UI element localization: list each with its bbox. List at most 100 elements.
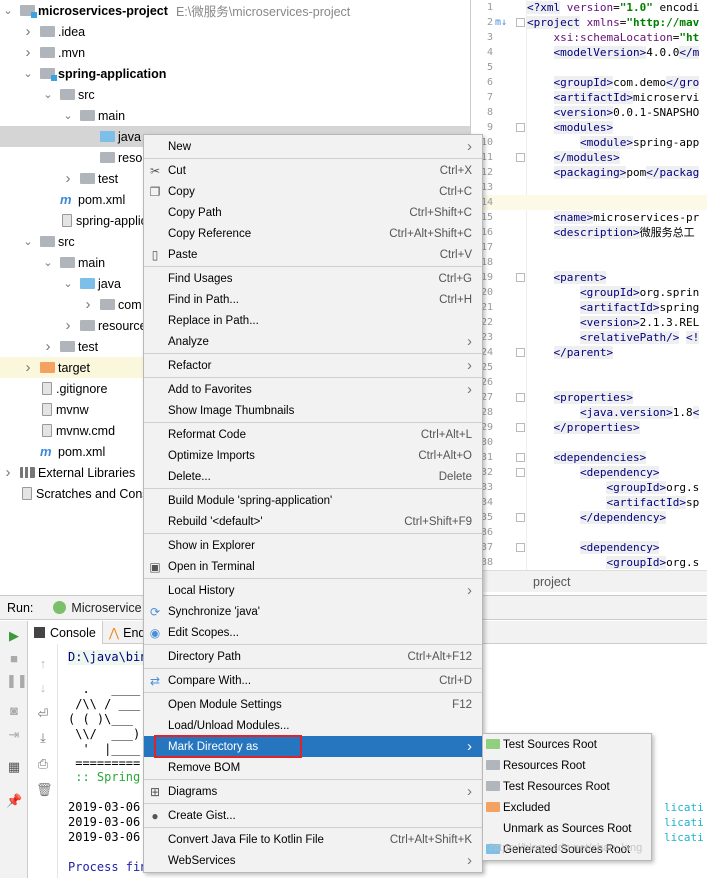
- fold-marker-icon[interactable]: [516, 123, 525, 132]
- down-arrow-icon[interactable]: ↓: [36, 680, 50, 695]
- code-line[interactable]: 10 <module>spring-app: [471, 135, 707, 150]
- code-line[interactable]: 15 <name>microservices-pr: [471, 210, 707, 225]
- menu-item-find-in-path[interactable]: Find in Path... Ctrl+H: [144, 289, 482, 310]
- fold-marker-icon[interactable]: [516, 393, 525, 402]
- exit-icon[interactable]: ⇥: [6, 727, 22, 743]
- scroll-to-end-icon[interactable]: ⤓: [36, 730, 50, 746]
- submenu-item-excluded[interactable]: Excluded: [483, 797, 651, 818]
- code-line[interactable]: 38 <groupId>org.s: [471, 555, 707, 570]
- menu-item-load-unload-modules[interactable]: Load/Unload Modules...: [144, 715, 482, 736]
- menu-item-mark-directory-as[interactable]: Mark Directory as ›: [144, 735, 482, 758]
- menu-item-create-gist[interactable]: ● Create Gist...: [144, 805, 482, 826]
- menu-item-convert-java-file-to-kotlin-file[interactable]: Convert Java File to Kotlin File Ctrl+Alt…: [144, 829, 482, 850]
- fold-marker-icon[interactable]: [516, 273, 525, 282]
- pin-icon[interactable]: 📌: [6, 793, 22, 809]
- code-line[interactable]: 19 <parent>: [471, 270, 707, 285]
- run-config-tab[interactable]: Microservice: [53, 601, 142, 615]
- menu-item-copy[interactable]: ❐ Copy Ctrl+C: [144, 181, 482, 202]
- print-icon[interactable]: ⎙: [36, 756, 50, 772]
- menu-item-copy-path[interactable]: Copy Path Ctrl+Shift+C: [144, 202, 482, 223]
- code-line[interactable]: 7 <artifactId>microservi: [471, 90, 707, 105]
- submenu-item-test-sources-root[interactable]: Test Sources Root: [483, 734, 651, 755]
- tree-item[interactable]: ⌄ src: [0, 84, 470, 105]
- code-line[interactable]: 14: [471, 195, 707, 210]
- submenu-item-resources-root[interactable]: Resources Root: [483, 755, 651, 776]
- menu-item-paste[interactable]: ▯ Paste Ctrl+V: [144, 244, 482, 265]
- chevron-right-icon[interactable]: ›: [62, 317, 74, 334]
- menu-item-open-module-settings[interactable]: Open Module Settings F12: [144, 694, 482, 715]
- maven-gutter-icon[interactable]: m↓: [495, 15, 507, 30]
- menu-item-synchronize-java[interactable]: ⟳ Synchronize 'java': [144, 601, 482, 622]
- code-line[interactable]: 26: [471, 375, 707, 390]
- code-line[interactable]: 34 <artifactId>sp: [471, 495, 707, 510]
- chevron-right-icon[interactable]: ›: [22, 44, 34, 61]
- chevron-down-icon[interactable]: ⌄: [62, 277, 74, 290]
- menu-item-analyze[interactable]: Analyze ›: [144, 331, 482, 352]
- code-line[interactable]: 18: [471, 255, 707, 270]
- code-line[interactable]: 32 <dependency>: [471, 465, 707, 480]
- code-line[interactable]: 2 m↓ <project xmlns="http://mav: [471, 15, 707, 30]
- chevron-right-icon[interactable]: ›: [82, 296, 94, 313]
- code-line[interactable]: 28 <java.version>1.8<: [471, 405, 707, 420]
- code-line[interactable]: 23 <relativePath/> <!: [471, 330, 707, 345]
- code-line[interactable]: 24 </parent>: [471, 345, 707, 360]
- code-line[interactable]: 27 <properties>: [471, 390, 707, 405]
- chevron-down-icon[interactable]: ⌄: [22, 67, 34, 80]
- menu-item-diagrams[interactable]: ⊞ Diagrams ›: [144, 781, 482, 802]
- trash-icon[interactable]: 🗑: [36, 782, 53, 798]
- code-line[interactable]: 35 </dependency>: [471, 510, 707, 525]
- code-line[interactable]: 4 <modelVersion>4.0.0</m: [471, 45, 707, 60]
- tree-item[interactable]: ⌄ spring-application: [0, 63, 470, 84]
- menu-item-rebuild-default[interactable]: Rebuild '<default>' Ctrl+Shift+F9: [144, 511, 482, 532]
- code-line[interactable]: 5: [471, 60, 707, 75]
- code-line[interactable]: 36: [471, 525, 707, 540]
- fold-marker-icon[interactable]: [516, 453, 525, 462]
- fold-marker-icon[interactable]: [516, 153, 525, 162]
- chevron-down-icon[interactable]: ⌄: [22, 235, 34, 248]
- menu-item-open-in-terminal[interactable]: ▣ Open in Terminal: [144, 556, 482, 577]
- menu-item-reformat-code[interactable]: Reformat Code Ctrl+Alt+L: [144, 424, 482, 445]
- submenu-item-unmark-as-sources-root[interactable]: Unmark as Sources Root: [483, 818, 651, 839]
- menu-item-webservices[interactable]: WebServices ›: [144, 850, 482, 871]
- breadcrumb-item[interactable]: project: [533, 575, 571, 589]
- code-line[interactable]: 30: [471, 435, 707, 450]
- fold-marker-icon[interactable]: [516, 348, 525, 357]
- soft-wrap-icon[interactable]: ⏎: [36, 706, 50, 722]
- code-line[interactable]: 6 <groupId>com.demo</gro: [471, 75, 707, 90]
- submenu-item-test-resources-root[interactable]: Test Resources Root: [483, 776, 651, 797]
- chevron-right-icon[interactable]: ›: [22, 359, 34, 376]
- menu-item-replace-in-path[interactable]: Replace in Path...: [144, 310, 482, 331]
- menu-item-find-usages[interactable]: Find Usages Ctrl+G: [144, 268, 482, 289]
- camera-icon[interactable]: ◙: [6, 703, 22, 719]
- menu-item-show-image-thumbnails[interactable]: Show Image Thumbnails: [144, 400, 482, 421]
- chevron-right-icon[interactable]: ›: [62, 170, 74, 187]
- code-line[interactable]: 8 <version>0.0.1-SNAPSHO: [471, 105, 707, 120]
- fold-marker-icon[interactable]: [516, 423, 525, 432]
- up-arrow-icon[interactable]: ↑: [36, 656, 50, 671]
- chevron-down-icon[interactable]: ⌄: [62, 109, 74, 122]
- fold-marker-icon[interactable]: [516, 468, 525, 477]
- menu-item-build-module-spring-application[interactable]: Build Module 'spring-application': [144, 490, 482, 511]
- tree-item[interactable]: › .idea: [0, 21, 470, 42]
- pause-icon[interactable]: ❚❚: [6, 673, 28, 689]
- code-line[interactable]: 3 xsi:schemaLocation="ht: [471, 30, 707, 45]
- fold-marker-icon[interactable]: [516, 543, 525, 552]
- menu-item-local-history[interactable]: Local History ›: [144, 580, 482, 601]
- fold-marker-icon[interactable]: [516, 513, 525, 522]
- fold-marker-icon[interactable]: [516, 18, 525, 27]
- menu-item-copy-reference[interactable]: Copy Reference Ctrl+Alt+Shift+C: [144, 223, 482, 244]
- code-line[interactable]: 33 <groupId>org.s: [471, 480, 707, 495]
- menu-item-directory-path[interactable]: Directory Path Ctrl+Alt+F12: [144, 646, 482, 667]
- code-line[interactable]: 21 <artifactId>spring: [471, 300, 707, 315]
- code-line[interactable]: 31 <dependencies>: [471, 450, 707, 465]
- code-line[interactable]: 11 </modules>: [471, 150, 707, 165]
- rerun-icon[interactable]: ▶: [6, 628, 22, 644]
- code-line[interactable]: 16 <description>微服务总工: [471, 225, 707, 240]
- menu-item-remove-bom[interactable]: Remove BOM: [144, 757, 482, 778]
- chevron-right-icon[interactable]: ›: [22, 23, 34, 40]
- menu-item-compare-with[interactable]: ⇄ Compare With... Ctrl+D: [144, 670, 482, 691]
- code-line[interactable]: 12 <packaging>pom</packag: [471, 165, 707, 180]
- code-line[interactable]: 9 <modules>: [471, 120, 707, 135]
- chevron-down-icon[interactable]: ⌄: [42, 88, 54, 101]
- menu-item-show-in-explorer[interactable]: Show in Explorer: [144, 535, 482, 556]
